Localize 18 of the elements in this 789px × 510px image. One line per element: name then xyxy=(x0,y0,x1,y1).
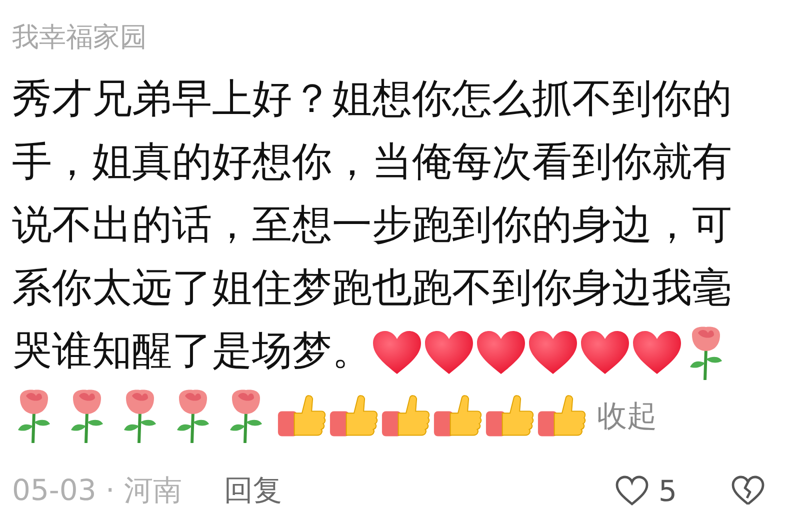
heart-icon xyxy=(528,330,578,376)
username[interactable]: 我幸福家园 xyxy=(12,18,147,58)
comment-text-line: 哭谁知醒了是场梦。 xyxy=(12,327,372,376)
comment-text-line: 秀才兄弟早上好？姐想你怎么抓不到你的 xyxy=(12,75,732,124)
collapse-link[interactable]: 收起 xyxy=(597,398,657,434)
like-count: 5 xyxy=(658,474,677,508)
heart-icon xyxy=(424,330,474,376)
heart-icon xyxy=(372,330,422,376)
comment-text-line: 手，姐真的好想你，当俺每次看到你就有 xyxy=(12,138,732,187)
reply-link[interactable]: 回复 xyxy=(224,470,282,510)
heart-icon xyxy=(632,330,682,376)
comment-text-line: 说不出的话，至想一步跑到你的身边，可 xyxy=(12,201,732,250)
broken-heart-icon[interactable] xyxy=(731,474,765,507)
heart-outline-icon[interactable] xyxy=(614,474,649,507)
date-location: 05-03 · 河南 xyxy=(12,472,182,509)
heart-icon xyxy=(476,330,526,376)
heart-icon xyxy=(580,330,630,376)
comment-text-line: 系你太远了姐住梦跑也跑不到你身边我毫 xyxy=(12,264,732,313)
